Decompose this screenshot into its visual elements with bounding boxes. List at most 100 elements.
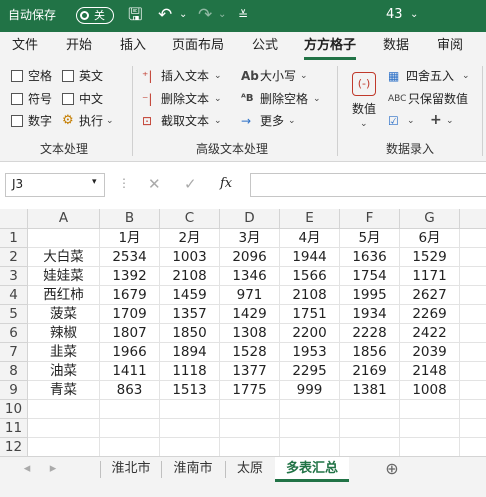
column-header[interactable]: A: [28, 209, 100, 229]
value-dropdown-icon[interactable]: ⌄: [360, 116, 368, 132]
row-header[interactable]: 10: [0, 400, 28, 419]
execute-dropdown-icon[interactable]: ⌄: [106, 113, 114, 129]
table-cell[interactable]: [460, 362, 486, 381]
table-cell[interactable]: [460, 305, 486, 324]
table-cell[interactable]: [160, 400, 220, 419]
table-cell[interactable]: [400, 438, 460, 457]
name-box-dropdown-icon[interactable]: ▾: [92, 177, 97, 187]
table-cell[interactable]: [460, 248, 486, 267]
column-header[interactable]: B: [100, 209, 160, 229]
table-cell[interactable]: 1566: [280, 267, 340, 286]
table-cell[interactable]: 油菜: [28, 362, 100, 381]
table-cell[interactable]: 1308: [220, 324, 280, 343]
table-cell[interactable]: [460, 343, 486, 362]
tab-page-layout[interactable]: 页面布局: [172, 32, 224, 60]
table-cell[interactable]: 1953: [280, 343, 340, 362]
table-cell[interactable]: [280, 419, 340, 438]
delete-text-button[interactable]: 删除文本: [161, 91, 209, 107]
select-all-corner[interactable]: [0, 209, 28, 229]
table-cell[interactable]: 大白菜: [28, 248, 100, 267]
table-cell[interactable]: 1357: [160, 305, 220, 324]
table-cell[interactable]: 1377: [220, 362, 280, 381]
value-button[interactable]: 数值: [352, 101, 376, 117]
table-cell[interactable]: 1513: [160, 381, 220, 400]
table-cell[interactable]: 4月: [280, 229, 340, 248]
edit-dropdown-icon[interactable]: ⌄: [407, 113, 415, 129]
table-cell[interactable]: 2534: [100, 248, 160, 267]
table-cell[interactable]: 2422: [400, 324, 460, 343]
redo-icon[interactable]: ↷: [198, 0, 212, 32]
row-header[interactable]: 3: [0, 267, 28, 286]
table-cell[interactable]: 1850: [160, 324, 220, 343]
insert-text-dropdown-icon[interactable]: ⌄: [214, 68, 222, 84]
tab-data[interactable]: 数据: [383, 32, 409, 60]
table-cell[interactable]: 999: [280, 381, 340, 400]
table-cell[interactable]: [100, 400, 160, 419]
formula-input[interactable]: [250, 173, 486, 197]
tab-review[interactable]: 审阅: [437, 32, 463, 60]
table-cell[interactable]: [100, 438, 160, 457]
remove-space-dropdown-icon[interactable]: ⌄: [313, 91, 321, 107]
table-cell[interactable]: [460, 324, 486, 343]
table-cell[interactable]: [340, 419, 400, 438]
table-cell[interactable]: [460, 381, 486, 400]
table-cell[interactable]: 2108: [160, 267, 220, 286]
table-cell[interactable]: 娃娃菜: [28, 267, 100, 286]
execute-button[interactable]: 执行: [79, 113, 103, 129]
table-cell[interactable]: [280, 400, 340, 419]
table-cell[interactable]: 2039: [400, 343, 460, 362]
more-button[interactable]: 更多: [260, 113, 284, 129]
table-cell[interactable]: [340, 400, 400, 419]
row-header[interactable]: 7: [0, 343, 28, 362]
column-header[interactable]: G: [400, 209, 460, 229]
table-cell[interactable]: [220, 400, 280, 419]
table-cell[interactable]: [460, 400, 486, 419]
table-cell[interactable]: 1392: [100, 267, 160, 286]
table-cell[interactable]: 韭菜: [28, 343, 100, 362]
table-cell[interactable]: [28, 229, 100, 248]
enter-icon[interactable]: ✓: [184, 175, 197, 193]
insert-function-icon[interactable]: fx: [220, 176, 232, 191]
cancel-icon[interactable]: ✕: [148, 175, 161, 193]
row-header[interactable]: 4: [0, 286, 28, 305]
checkbox-english[interactable]: [62, 70, 74, 82]
undo-icon[interactable]: ↶: [158, 0, 172, 32]
table-cell[interactable]: 1995: [340, 286, 400, 305]
table-cell[interactable]: [340, 438, 400, 457]
column-header[interactable]: [460, 209, 486, 229]
table-cell[interactable]: 1459: [160, 286, 220, 305]
table-cell[interactable]: 1775: [220, 381, 280, 400]
table-cell[interactable]: 1751: [280, 305, 340, 324]
column-header[interactable]: F: [340, 209, 400, 229]
plus-icon[interactable]: +: [430, 112, 442, 128]
table-cell[interactable]: 2148: [400, 362, 460, 381]
table-cell[interactable]: 1346: [220, 267, 280, 286]
table-cell[interactable]: [160, 438, 220, 457]
case-button[interactable]: 大小写: [260, 68, 296, 84]
tab-formulas[interactable]: 公式: [252, 32, 278, 60]
sheet-tab[interactable]: 淮北市: [103, 457, 159, 482]
table-cell[interactable]: 6月: [400, 229, 460, 248]
tab-home[interactable]: 开始: [66, 32, 92, 60]
table-cell[interactable]: 1411: [100, 362, 160, 381]
table-cell[interactable]: 5月: [340, 229, 400, 248]
table-cell[interactable]: 1529: [400, 248, 460, 267]
plus-dropdown-icon[interactable]: ⌄: [446, 113, 454, 129]
delete-text-dropdown-icon[interactable]: ⌄: [214, 91, 222, 107]
table-cell[interactable]: 1429: [220, 305, 280, 324]
customize-toolbar-icon[interactable]: ≚: [238, 0, 248, 32]
row-header[interactable]: 5: [0, 305, 28, 324]
checkbox-symbol[interactable]: [11, 93, 23, 105]
table-cell[interactable]: 2169: [340, 362, 400, 381]
name-box[interactable]: J3 ▾: [5, 173, 105, 197]
undo-dropdown-icon[interactable]: ⌄: [179, 0, 187, 32]
table-cell[interactable]: 1381: [340, 381, 400, 400]
table-cell[interactable]: 2627: [400, 286, 460, 305]
table-cell[interactable]: 863: [100, 381, 160, 400]
table-cell[interactable]: 1966: [100, 343, 160, 362]
extract-text-dropdown-icon[interactable]: ⌄: [214, 113, 222, 129]
table-cell[interactable]: [280, 438, 340, 457]
execute-icon[interactable]: ⚙: [62, 113, 74, 129]
table-cell[interactable]: 1934: [340, 305, 400, 324]
row-header[interactable]: 1: [0, 229, 28, 248]
